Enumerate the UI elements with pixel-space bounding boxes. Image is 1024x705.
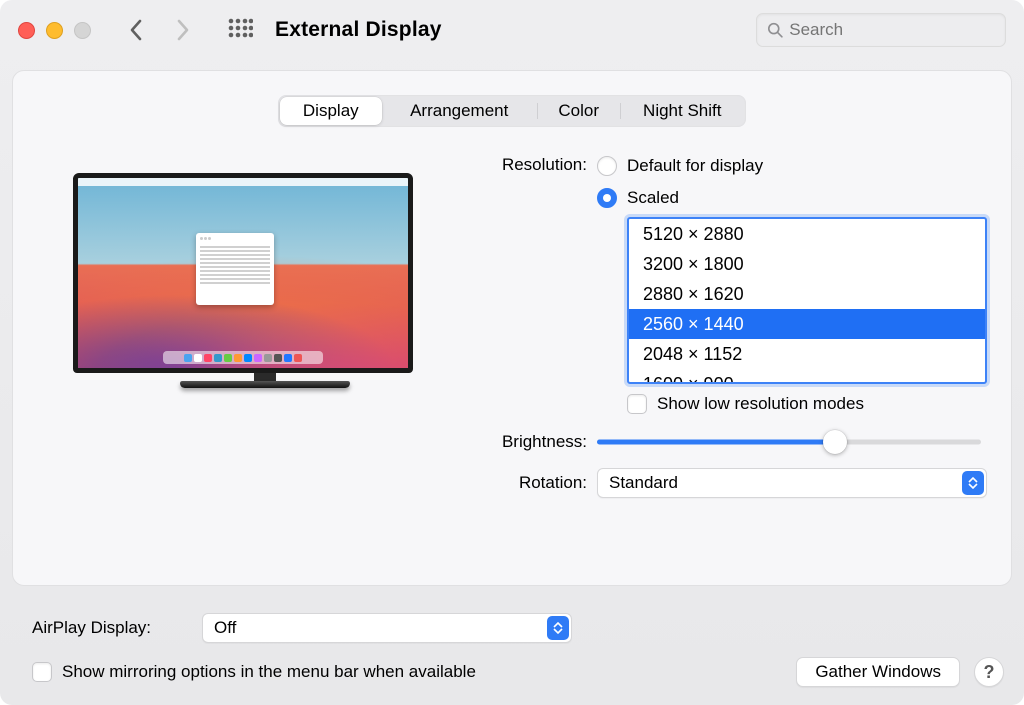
monitor-icon bbox=[73, 173, 413, 373]
rotation-select[interactable]: Standard bbox=[597, 468, 987, 498]
tab-bar: Display Arrangement Color Night Shift bbox=[278, 95, 746, 127]
zoom-window-button[interactable] bbox=[74, 22, 91, 39]
rotation-label: Rotation: bbox=[463, 473, 597, 493]
radio-icon bbox=[597, 156, 617, 176]
window-title: External Display bbox=[275, 18, 442, 42]
tab-color[interactable]: Color bbox=[538, 97, 620, 125]
airplay-label: AirPlay Display: bbox=[32, 618, 202, 638]
resolution-option[interactable]: 2880 × 1620 bbox=[629, 279, 985, 309]
display-preview bbox=[37, 153, 457, 508]
resolution-option[interactable]: 3200 × 1800 bbox=[629, 249, 985, 279]
slider-thumb[interactable] bbox=[823, 430, 847, 454]
tab-arrangement[interactable]: Arrangement bbox=[382, 97, 537, 125]
airplay-select[interactable]: Off bbox=[202, 613, 572, 643]
show-low-res-checkbox-row[interactable]: Show low resolution modes bbox=[627, 394, 987, 414]
resolution-scaled-label: Scaled bbox=[627, 188, 679, 208]
back-button[interactable] bbox=[127, 19, 143, 41]
chevron-up-down-icon bbox=[962, 471, 984, 495]
close-window-button[interactable] bbox=[18, 22, 35, 39]
tab-display[interactable]: Display bbox=[280, 97, 382, 125]
preferences-window: External Display Display Arrangement Col… bbox=[0, 0, 1024, 705]
resolution-option[interactable]: 2048 × 1152 bbox=[629, 339, 985, 369]
help-button[interactable]: ? bbox=[974, 657, 1004, 687]
show-all-icon[interactable] bbox=[227, 17, 253, 43]
settings-card: Display Arrangement Color Night Shift bbox=[12, 70, 1012, 586]
resolution-option[interactable]: 5120 × 2880 bbox=[629, 219, 985, 249]
search-icon bbox=[767, 21, 783, 39]
checkbox-icon bbox=[32, 662, 52, 682]
show-low-res-label: Show low resolution modes bbox=[657, 394, 864, 414]
radio-selected-icon bbox=[597, 188, 617, 208]
checkbox-icon bbox=[627, 394, 647, 414]
resolution-scaled-radio[interactable]: Scaled bbox=[597, 185, 987, 211]
rotation-value: Standard bbox=[609, 473, 678, 493]
resolution-option-selected[interactable]: 2560 × 1440 bbox=[629, 309, 985, 339]
brightness-label: Brightness: bbox=[463, 432, 597, 452]
resolution-default-label: Default for display bbox=[627, 156, 763, 176]
slider-fill bbox=[597, 440, 835, 445]
resolution-list[interactable]: 5120 × 2880 3200 × 1800 2880 × 1620 2560… bbox=[627, 217, 987, 384]
gather-windows-button[interactable]: Gather Windows bbox=[796, 657, 960, 687]
chevron-up-down-icon bbox=[547, 616, 569, 640]
window-controls bbox=[18, 22, 91, 39]
minimize-window-button[interactable] bbox=[46, 22, 63, 39]
titlebar: External Display bbox=[0, 0, 1024, 60]
resolution-default-radio[interactable]: Default for display bbox=[597, 153, 987, 179]
resolution-option[interactable]: 1600 × 900 bbox=[629, 369, 985, 384]
mirroring-checkbox-row[interactable]: Show mirroring options in the menu bar w… bbox=[32, 662, 476, 682]
mirroring-label: Show mirroring options in the menu bar w… bbox=[62, 662, 476, 682]
tab-night-shift[interactable]: Night Shift bbox=[621, 97, 744, 125]
navigation-buttons bbox=[127, 19, 191, 41]
brightness-slider[interactable] bbox=[597, 432, 981, 452]
search-input[interactable] bbox=[789, 20, 995, 40]
resolution-label: Resolution: bbox=[463, 153, 597, 175]
search-field[interactable] bbox=[756, 13, 1006, 47]
forward-button[interactable] bbox=[175, 19, 191, 41]
bottom-bar: AirPlay Display: Off Show mirroring opti… bbox=[0, 599, 1024, 705]
airplay-value: Off bbox=[214, 618, 236, 638]
